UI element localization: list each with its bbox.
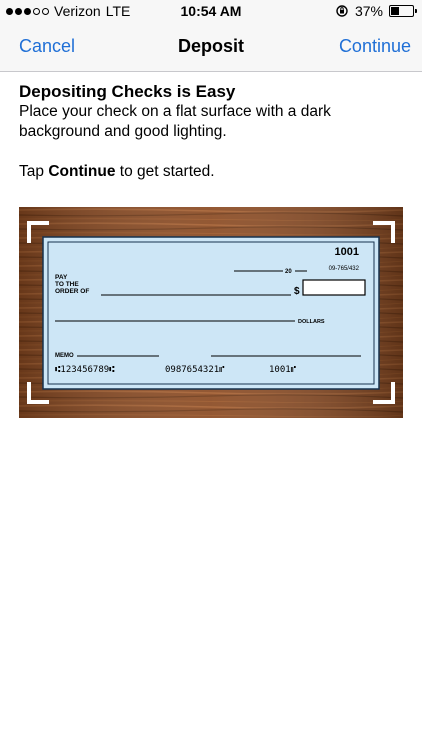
status-right: 37% [335, 3, 417, 19]
date-prefix: 20 [285, 269, 292, 275]
memo-label: MEMO [55, 353, 74, 359]
tap-prefix: Tap [19, 163, 49, 180]
micr-routing: ⑆123456789⑆ [55, 365, 115, 375]
routing-fraction: 09-765/432 [329, 266, 360, 272]
tap-suffix: to get started. [115, 163, 215, 180]
amount-box [302, 279, 366, 296]
check-number: 1001 [335, 246, 359, 258]
pay-label-3: ORDER OF [55, 288, 89, 295]
dollars-label: DOLLARS [298, 319, 325, 325]
micr-account: 0987654321⑈ [165, 365, 225, 375]
battery-percent: 37% [354, 3, 383, 19]
dollar-sign: $ [294, 286, 300, 297]
check-illustration: 1001 09-765/432 20 PAY TO THE ORDER OF $… [19, 207, 403, 418]
micr-check-number: 1001⑈ [269, 365, 297, 375]
navigation-bar: Cancel Deposit Continue [0, 22, 422, 72]
status-bar: Verizon LTE 10:54 AM 37% [0, 0, 422, 22]
check-on-wood-image: 1001 09-765/432 20 PAY TO THE ORDER OF $… [19, 207, 403, 418]
instructions: Depositing Checks is Easy Place your che… [19, 82, 409, 182]
orientation-lock-icon [336, 5, 348, 17]
instructions-paragraph: Place your check on a flat surface with … [19, 103, 331, 140]
tap-continue-bold: Continue [48, 163, 116, 180]
pay-label-1: PAY [55, 274, 68, 281]
tap-continue-text: Tap Continue to get started. [19, 162, 409, 182]
instructions-heading: Depositing Checks is Easy [19, 82, 236, 101]
battery-icon [389, 5, 417, 17]
pay-label-2: TO THE [55, 281, 79, 288]
continue-button[interactable]: Continue [339, 36, 411, 57]
